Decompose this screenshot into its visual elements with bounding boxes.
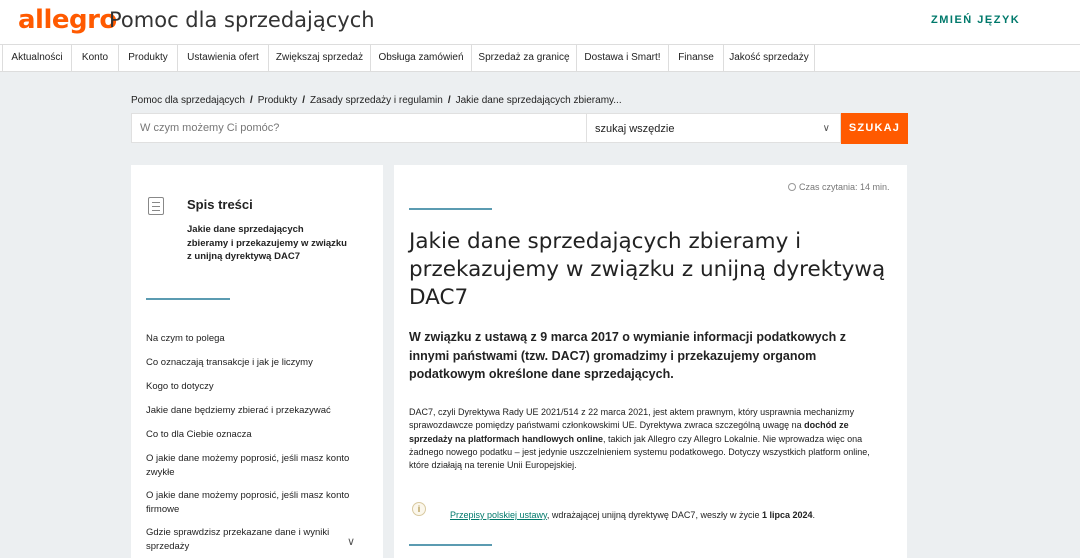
info-icon: i (412, 502, 426, 516)
note-text: , wdrażającej unijną dyrektywę DAC7, wes… (546, 510, 762, 520)
breadcrumb-separator: / (302, 95, 305, 106)
toc-current-item[interactable]: Jakie dane sprzedających zbieramy i prze… (187, 223, 347, 264)
nav-item-aktualnosci[interactable]: Aktualności (2, 45, 72, 71)
note-date: 1 lipca 2024 (761, 510, 813, 520)
toc-item[interactable]: Co to dla Ciebie oznacza (146, 428, 361, 442)
main-nav: Aktualności Konto Produkty Ustawienia of… (0, 44, 1080, 72)
breadcrumb-item[interactable]: Pomoc dla sprzedających (131, 95, 245, 106)
note-end: . (812, 510, 816, 520)
toc-item[interactable]: Co oznaczają transakcje i jak je liczymy (146, 356, 361, 370)
breadcrumb-separator: / (249, 95, 253, 106)
article: Czas czytania: 14 min. Jakie dane sprzed… (394, 165, 907, 558)
site-title[interactable]: Pomoc dla sprzedających (109, 8, 375, 32)
toc-item[interactable]: Kogo to dotyczy (146, 380, 361, 394)
article-body-text: DAC7, czyli Dyrektywa Rady UE 2021/514 z… (409, 407, 855, 431)
nav-item-ustawienia-ofert[interactable]: Ustawienia ofert (178, 45, 269, 71)
search-scope-select[interactable]: szukaj wszędzie ∨ (586, 113, 841, 143)
breadcrumb-current: Jakie dane sprzedających zbieramy... (455, 95, 622, 106)
toc-item[interactable]: Na czym to polega (146, 332, 361, 346)
nav-item-obsluga-zamowien[interactable]: Obsługa zamówień (371, 45, 472, 71)
search-button[interactable]: SZUKAJ (841, 113, 908, 144)
allegro-logo[interactable]: allegro (18, 5, 117, 35)
nav-item-finanse[interactable]: Finanse (669, 45, 724, 71)
article-note: Przepisy polskiej ustawy, wdrażającej un… (450, 510, 890, 520)
reading-time-text: Czas czytania: 14 min. (799, 182, 890, 192)
nav-item-produkty[interactable]: Produkty (119, 45, 178, 71)
toc-item[interactable]: O jakie dane możemy poprosić, jeśli masz… (146, 489, 356, 517)
law-link[interactable]: Przepisy polskiej ustawy (450, 510, 547, 520)
article-body: DAC7, czyli Dyrektywa Rady UE 2021/514 z… (409, 406, 889, 472)
clock-icon (788, 183, 796, 191)
search-scope-value: szukaj wszędzie (595, 123, 675, 135)
chevron-down-icon: ∨ (822, 123, 830, 134)
change-language-button[interactable]: ZMIEŃ JĘZYK (931, 14, 1020, 26)
header: allegro Pomoc dla sprzedających ZMIEŃ JĘ… (0, 0, 1080, 44)
search-input[interactable] (131, 113, 586, 143)
list-icon (148, 197, 164, 215)
breadcrumb-item[interactable]: Produkty (258, 95, 297, 106)
breadcrumb-separator: / (447, 95, 451, 106)
divider (409, 544, 492, 546)
toc-title: Spis treści (187, 197, 253, 212)
toc-item[interactable]: Gdzie sprawdzisz przekazane dane i wynik… (146, 526, 341, 554)
breadcrumb: Pomoc dla sprzedających / Produkty / Zasady … (131, 95, 622, 106)
chevron-down-icon[interactable]: ∨ (347, 535, 355, 548)
nav-item-dostawa-i-smart[interactable]: Dostawa i Smart! (577, 45, 669, 71)
nav-item-konto[interactable]: Konto (72, 45, 119, 71)
divider (146, 298, 230, 300)
breadcrumb-item[interactable]: Zasady sprzedaży i regulamin (310, 95, 443, 106)
toc-item[interactable]: Jakie dane będziemy zbierać i przekazywa… (146, 404, 361, 418)
nav-item-jakosc-sprzedazy[interactable]: Jakość sprzedaży (724, 45, 815, 71)
article-lead: W związku z ustawą z 9 marca 2017 o wymi… (409, 330, 846, 381)
toc-item[interactable]: O jakie dane możemy poprosić, jeśli masz… (146, 452, 356, 480)
table-of-contents: Spis treści Jakie dane sprzedających zbi… (131, 165, 383, 558)
divider (409, 208, 492, 210)
article-title: Jakie dane sprzedających zbieramy i prze… (409, 229, 886, 310)
reading-time: Czas czytania: 14 min. (788, 182, 890, 192)
nav-item-sprzedaz-za-granice[interactable]: Sprzedaż za granicę (472, 45, 577, 71)
nav-item-zwiekszaj-sprzedaz[interactable]: Zwiększaj sprzedaż (269, 45, 371, 71)
